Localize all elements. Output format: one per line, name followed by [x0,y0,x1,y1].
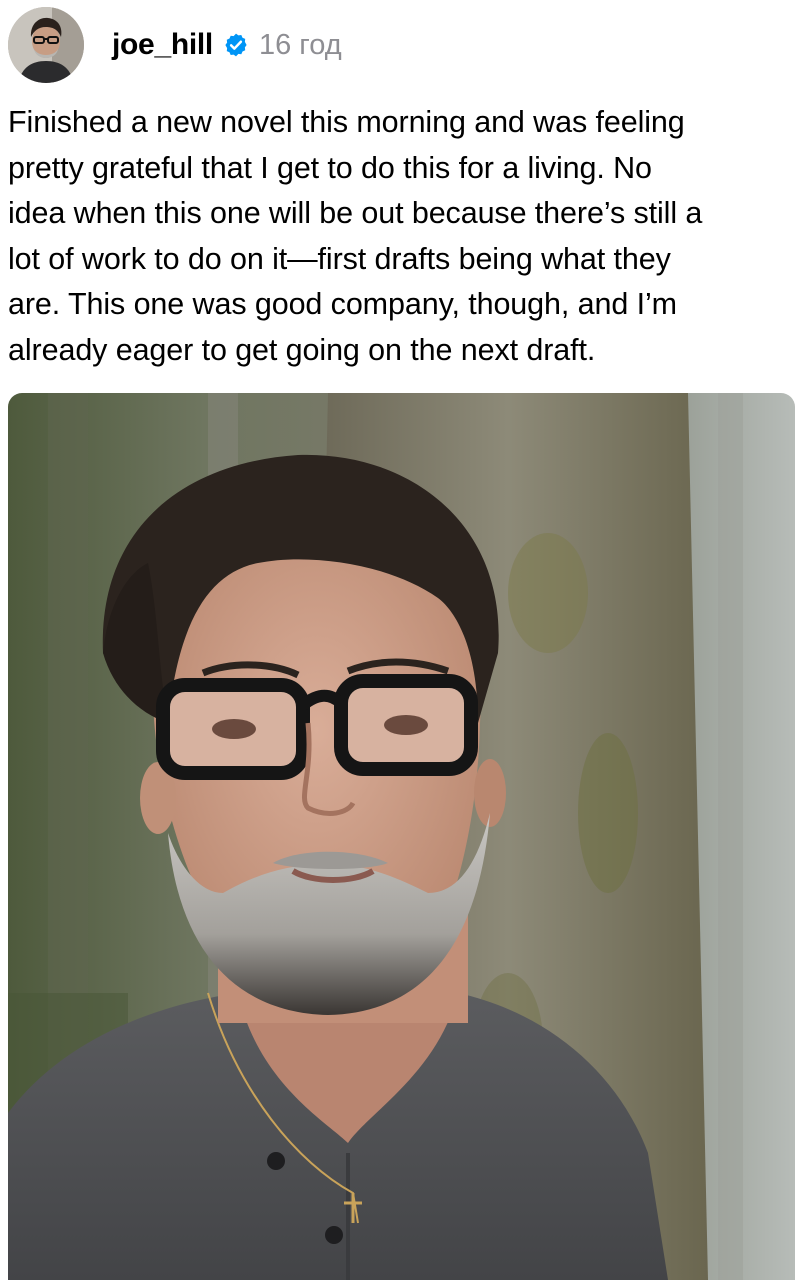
post-header: joe_hill 16 год [8,0,788,90]
avatar[interactable] [8,7,84,83]
username[interactable]: joe_hill [112,28,213,62]
avatar-image [8,7,84,83]
verified-badge-icon [225,33,247,57]
post-timestamp: 16 год [258,28,342,61]
post-caption: Finished a new novel this morning and wa… [8,105,703,367]
portrait-image [8,393,795,1280]
post-photo[interactable] [8,393,795,1280]
